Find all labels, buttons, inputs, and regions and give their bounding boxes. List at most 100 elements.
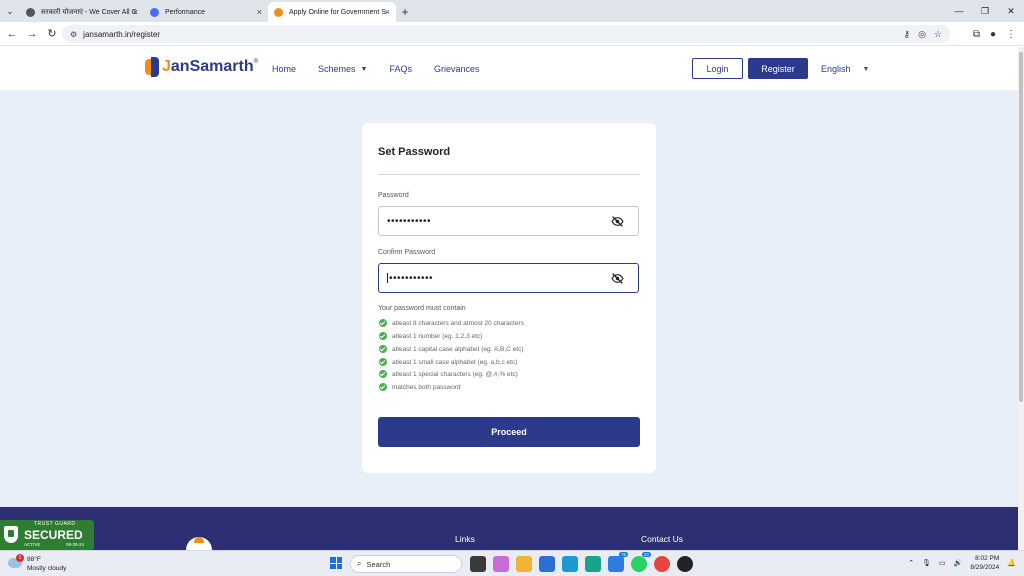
card-title: Set Password — [378, 146, 451, 158]
tab-close-icon[interactable]: × — [385, 7, 390, 17]
microphone-icon[interactable]: 🎙 — [922, 559, 931, 567]
address-bar[interactable]: ⚙ jansamarth.in/register ⚷ ◎ ☆ — [62, 25, 950, 43]
chevron-up-icon[interactable]: ⌃ — [908, 559, 914, 567]
store-app-icon[interactable] — [539, 556, 555, 572]
eye-off-icon[interactable]: ◎ — [918, 29, 926, 40]
password-field[interactable]: ••••••••••• — [378, 206, 639, 236]
nav-home[interactable]: Home — [272, 64, 296, 74]
window-controls: — ❐ ✕ — [946, 0, 1024, 22]
rule-item: atleast 1 special characters (eg. @,#,% … — [379, 370, 518, 378]
nav-schemes[interactable]: Schemes ▼ — [318, 64, 367, 74]
mail-app-icon[interactable]: 76 — [608, 552, 628, 572]
rule-item: atleast 1 capital case alphabet (eg. A,B… — [379, 345, 524, 353]
site-favicon-icon — [150, 7, 159, 17]
display-icon[interactable]: ▭ — [939, 559, 946, 567]
bookmark-star-icon[interactable]: ☆ — [934, 29, 942, 40]
tab-title: Apply Online for Government S — [289, 8, 386, 16]
caret-down-icon: ▼ — [360, 65, 368, 73]
check-circle-icon — [379, 358, 387, 366]
minimize-icon[interactable]: — — [946, 0, 972, 22]
footer-contact-heading: Contact Us — [641, 534, 684, 544]
volume-icon[interactable]: 🔊 — [954, 559, 963, 567]
forward-icon[interactable]: → — [22, 24, 42, 44]
windows-start-icon[interactable] — [330, 557, 342, 569]
url-text: jansamarth.in/register — [83, 29, 161, 39]
nav-faqs[interactable]: FAQs — [389, 64, 412, 74]
clock[interactable]: 8:02 PM 8/29/2024 — [970, 554, 999, 572]
tab-search-icon[interactable]: ⌄ — [0, 0, 20, 22]
main-nav: Home Schemes ▼ FAQs Grievances — [272, 64, 502, 74]
password-label: Password — [378, 192, 409, 199]
site-info-icon[interactable]: ⚙ — [70, 30, 77, 39]
tab-title: सरकारी योजनाएं - We Cover All G — [41, 8, 137, 16]
site-header: JanSamarth ® Home Schemes ▼ FAQs Grievanc… — [0, 47, 1018, 91]
check-circle-icon — [379, 370, 387, 378]
check-circle-icon — [379, 319, 387, 327]
tab-title: Performance — [165, 8, 206, 16]
caret-down-icon: ▼ — [862, 65, 870, 73]
nav-grievances[interactable]: Grievances — [434, 64, 480, 74]
scrollbar-thumb[interactable] — [1019, 52, 1023, 402]
notification-badge: 1 — [16, 554, 24, 562]
close-window-icon[interactable]: ✕ — [998, 0, 1024, 22]
jansamarth-logo[interactable]: JanSamarth ® — [145, 57, 258, 77]
rule-item: atleast 1 number (eg. 1,2,3 etc) — [379, 332, 482, 340]
site-favicon-icon — [274, 7, 283, 17]
file-explorer-icon[interactable] — [516, 556, 532, 572]
browser-toolbar: ← → ↻ ⚙ jansamarth.in/register ⚷ ◎ ☆ ⧉ ●… — [0, 22, 1024, 46]
windows-taskbar: 1 88°F Mostly cloudy ⌕ Search 76 22 ⌃ 🎙 … — [0, 550, 1024, 576]
logo-trademark: ® — [253, 59, 259, 65]
profile-avatar-icon[interactable]: ● — [990, 29, 996, 40]
taskbar-apps: 76 22 — [470, 552, 693, 572]
tab-close-icon[interactable]: × — [257, 7, 262, 17]
check-circle-icon — [379, 332, 387, 340]
language-selector[interactable]: English ▼ — [821, 64, 869, 74]
rules-heading: Your password must contain — [378, 305, 466, 312]
divider — [378, 174, 640, 175]
tab-close-icon[interactable]: × — [133, 7, 138, 17]
reload-icon[interactable]: ↻ — [42, 24, 62, 44]
menu-kebab-icon[interactable]: ⋮ — [1006, 29, 1016, 40]
chrome-browser-icon[interactable] — [654, 556, 670, 572]
login-button[interactable]: Login — [692, 58, 743, 79]
footer-links-heading: Links — [455, 534, 475, 544]
app-icon[interactable] — [585, 556, 601, 572]
bell-icon[interactable]: 🔔 — [1007, 559, 1016, 567]
edge-browser-icon[interactable] — [562, 556, 578, 572]
extension-area: ⧉ ● ⋮ — [973, 24, 1016, 44]
logo-text: JanSamarth — [162, 58, 254, 75]
system-tray: ⌃ 🎙 ▭ 🔊 8:02 PM 8/29/2024 🔔 — [908, 554, 1016, 572]
new-tab-button[interactable]: + — [396, 2, 414, 22]
text-cursor — [387, 273, 388, 283]
restore-icon[interactable]: ❐ — [972, 0, 998, 22]
confirm-password-field[interactable]: ••••••••••• — [378, 263, 639, 293]
whatsapp-icon[interactable]: 22 — [631, 552, 651, 572]
browser-tab-2[interactable]: Performance × — [144, 2, 268, 22]
app-icon[interactable] — [677, 556, 693, 572]
taskbar-search[interactable]: ⌕ Search — [350, 555, 462, 573]
trust-guard-badge[interactable]: TRUST GUARD SECURED ACTIVE 08-29-24 — [0, 520, 94, 550]
copilot-app-icon[interactable] — [493, 556, 509, 572]
confirm-password-value: ••••••••••• — [389, 272, 434, 284]
rule-item: matches both password — [379, 383, 461, 391]
logo-mark-icon — [145, 57, 159, 77]
check-circle-icon — [379, 383, 387, 391]
rule-item: atleast 8 characters and atmost 20 chara… — [379, 319, 524, 327]
check-circle-icon — [379, 345, 387, 353]
eye-slash-icon[interactable] — [611, 215, 624, 228]
footer-logo-icon — [186, 537, 212, 550]
register-button[interactable]: Register — [748, 58, 808, 79]
browser-tab-strip: ⌄ सरकारी योजनाएं - We Cover All G × Perf… — [0, 0, 1024, 22]
browser-tab-1[interactable]: सरकारी योजनाएं - We Cover All G × — [20, 2, 144, 22]
site-favicon-icon — [26, 7, 35, 17]
proceed-button[interactable]: Proceed — [378, 417, 640, 447]
eye-slash-icon[interactable] — [611, 272, 624, 285]
confirm-password-label: Confirm Password — [378, 249, 436, 256]
password-key-icon[interactable]: ⚷ — [903, 29, 910, 40]
browser-tab-3-active[interactable]: Apply Online for Government S × — [268, 2, 396, 22]
taskview-app-icon[interactable] — [470, 556, 486, 572]
back-icon[interactable]: ← — [2, 24, 22, 44]
extensions-icon[interactable]: ⧉ — [973, 29, 980, 40]
set-password-card: Set Password Password ••••••••••• Confir… — [362, 123, 656, 473]
rule-item: atleast 1 small case alphabet (eg. a,b,c… — [379, 358, 517, 366]
